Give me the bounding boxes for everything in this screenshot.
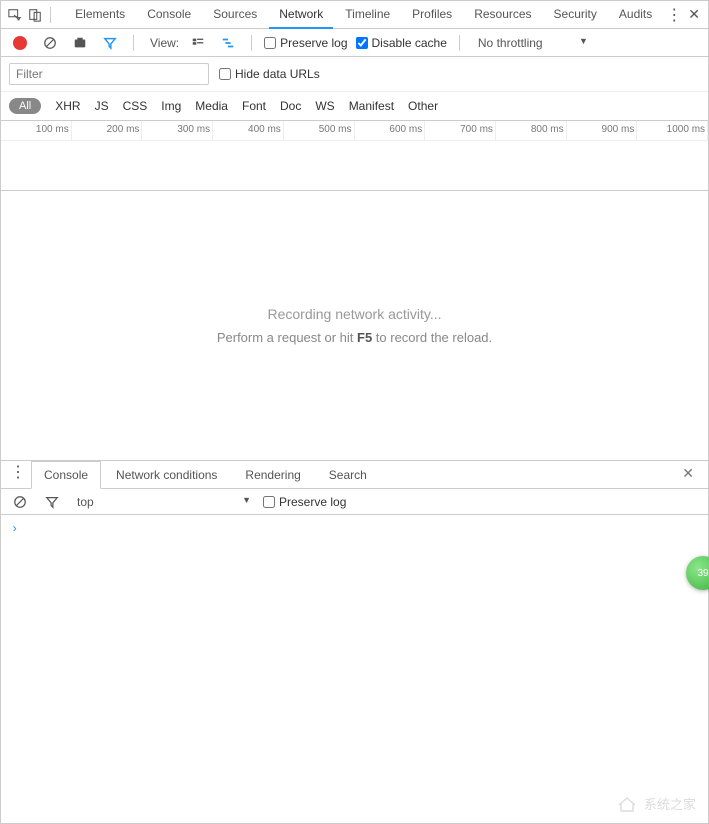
tab-resources[interactable]: Resources: [464, 1, 541, 29]
house-icon: [616, 795, 638, 813]
tick: 200 ms: [72, 121, 143, 140]
preserve-log-label: Preserve log: [280, 36, 347, 50]
drawer-tab-search[interactable]: Search: [316, 461, 380, 488]
type-filter-xhr[interactable]: XHR: [55, 99, 80, 113]
console-filter-icon[interactable]: [41, 491, 63, 513]
tab-sources[interactable]: Sources: [203, 1, 267, 29]
inspect-element-icon[interactable]: [7, 4, 23, 26]
type-filter-css[interactable]: CSS: [123, 99, 148, 113]
timeline-ticks: 100 ms 200 ms 300 ms 400 ms 500 ms 600 m…: [1, 121, 708, 141]
device-mode-icon[interactable]: [27, 4, 43, 26]
filter-toggle-icon[interactable]: [99, 32, 121, 54]
type-filter-other[interactable]: Other: [408, 99, 438, 113]
tick: 800 ms: [496, 121, 567, 140]
tab-network[interactable]: Network: [269, 1, 333, 29]
type-filter-media[interactable]: Media: [195, 99, 228, 113]
throttling-select[interactable]: No throttling: [472, 34, 592, 52]
more-menu-icon[interactable]: ⋮: [666, 4, 682, 26]
console-prompt-icon: ›: [11, 522, 18, 536]
view-large-icon[interactable]: [187, 32, 209, 54]
tick: 100 ms: [1, 121, 72, 140]
empty-line2-pre: Perform a request or hit: [217, 330, 357, 345]
tick: 600 ms: [355, 121, 426, 140]
divider: [50, 7, 51, 23]
divider: [133, 35, 134, 51]
view-label: View:: [150, 36, 179, 50]
tick: 300 ms: [142, 121, 213, 140]
drawer-more-icon[interactable]: ⋮: [7, 461, 29, 483]
type-filter-doc[interactable]: Doc: [280, 99, 301, 113]
console-preserve-log-label: Preserve log: [279, 495, 346, 509]
drawer-tab-network-conditions[interactable]: Network conditions: [103, 461, 230, 488]
empty-line2-post: to record the reload.: [372, 330, 492, 345]
type-filter-img[interactable]: Img: [161, 99, 181, 113]
preserve-log-checkbox[interactable]: Preserve log: [264, 36, 347, 50]
drawer-close-icon[interactable]: ✕: [674, 461, 702, 488]
filter-row: Hide data URLs: [1, 57, 708, 92]
tab-timeline[interactable]: Timeline: [335, 1, 400, 29]
capture-screenshot-icon[interactable]: [69, 32, 91, 54]
view-waterfall-icon[interactable]: [217, 32, 239, 54]
type-filter-manifest[interactable]: Manifest: [349, 99, 394, 113]
disable-cache-label: Disable cache: [372, 36, 447, 50]
type-filter-ws[interactable]: WS: [315, 99, 334, 113]
filter-input[interactable]: [9, 63, 209, 85]
devtools-main-toolbar: Elements Console Sources Network Timelin…: [1, 1, 708, 29]
console-body[interactable]: ›: [1, 515, 708, 542]
record-button[interactable]: [9, 32, 31, 54]
network-empty-state: Recording network activity... Perform a …: [1, 191, 708, 461]
tab-security[interactable]: Security: [544, 1, 607, 29]
console-preserve-log-checkbox[interactable]: Preserve log: [263, 495, 346, 509]
hide-data-urls-checkbox[interactable]: Hide data URLs: [219, 67, 320, 81]
type-filter-all[interactable]: All: [9, 98, 41, 114]
clear-icon[interactable]: [39, 32, 61, 54]
close-devtools-icon[interactable]: ✕: [686, 4, 702, 26]
divider: [251, 35, 252, 51]
tab-profiles[interactable]: Profiles: [402, 1, 462, 29]
watermark-text: 系统之家: [644, 794, 696, 813]
main-tabs: Elements Console Sources Network Timelin…: [59, 1, 662, 29]
empty-line2-key: F5: [357, 330, 372, 345]
console-context-select[interactable]: top: [73, 493, 253, 511]
tick: 900 ms: [567, 121, 638, 140]
timeline-overview[interactable]: 100 ms 200 ms 300 ms 400 ms 500 ms 600 m…: [1, 121, 708, 191]
empty-line2: Perform a request or hit F5 to record th…: [217, 330, 492, 345]
drawer-tab-rendering[interactable]: Rendering: [232, 461, 313, 488]
console-toolbar: top Preserve log: [1, 489, 708, 515]
divider: [459, 35, 460, 51]
console-clear-icon[interactable]: [9, 491, 31, 513]
tick: 400 ms: [213, 121, 284, 140]
drawer-tab-console[interactable]: Console: [31, 461, 101, 489]
network-toolbar: View: Preserve log Disable cache No thro…: [1, 29, 708, 57]
type-filter-js[interactable]: JS: [95, 99, 109, 113]
empty-line1: Recording network activity...: [267, 306, 441, 322]
disable-cache-checkbox[interactable]: Disable cache: [356, 36, 447, 50]
tab-elements[interactable]: Elements: [65, 1, 135, 29]
tab-console[interactable]: Console: [137, 1, 201, 29]
tick: 1000 ms: [637, 121, 708, 140]
type-filter-row: All XHR JS CSS Img Media Font Doc WS Man…: [1, 92, 708, 121]
hide-data-urls-label: Hide data URLs: [235, 67, 320, 81]
watermark: 系统之家: [616, 794, 696, 813]
tick: 500 ms: [284, 121, 355, 140]
type-filter-font[interactable]: Font: [242, 99, 266, 113]
tab-audits[interactable]: Audits: [609, 1, 662, 29]
drawer-tabs: ⋮ Console Network conditions Rendering S…: [1, 461, 708, 489]
floating-badge[interactable]: 39: [686, 556, 709, 590]
tick: 700 ms: [425, 121, 496, 140]
